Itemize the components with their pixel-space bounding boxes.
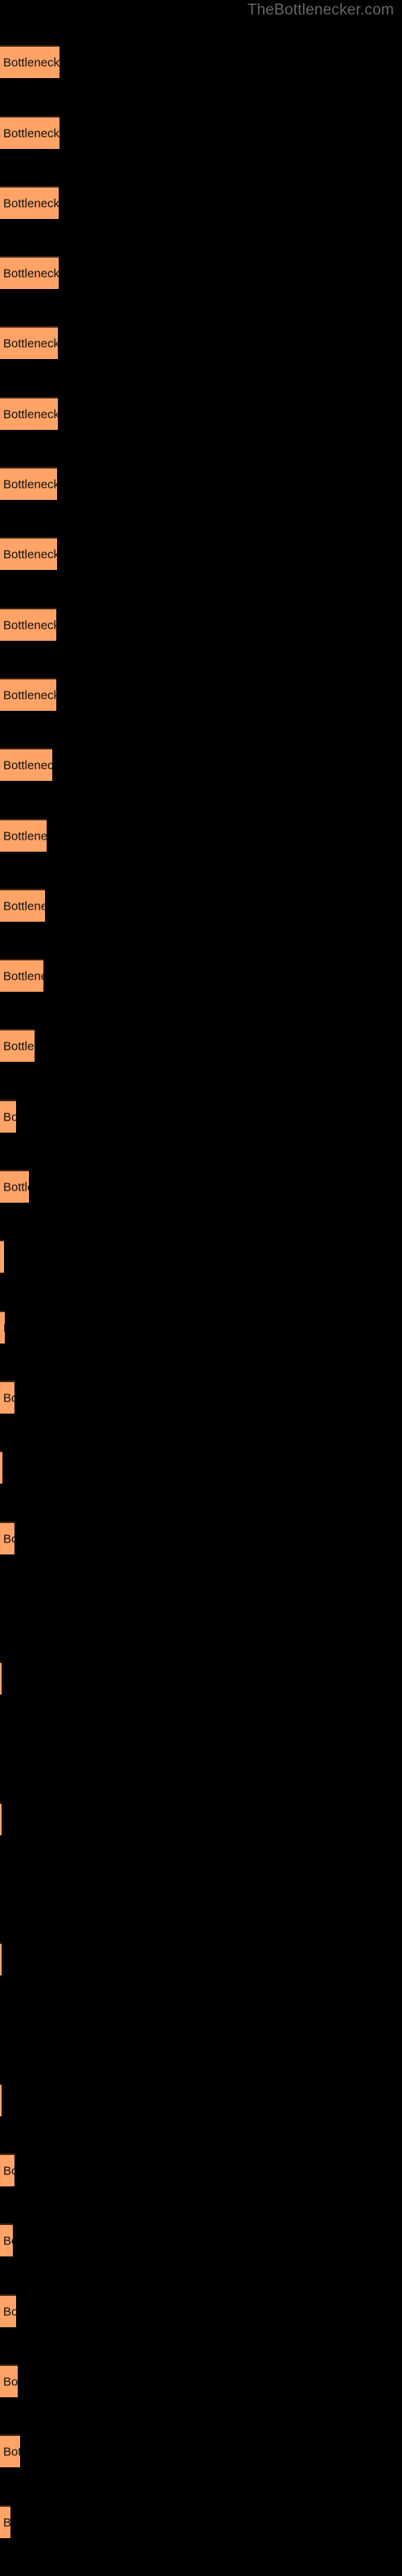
bar-row: Bottleneck result: [0, 1942, 402, 1975]
bar-label: Bottleneck result: [3, 56, 59, 69]
bar-row: Bottleneck result: [0, 748, 402, 781]
bar-row: Bottleneck result: [0, 467, 402, 500]
bar-label: Bottleneck result: [3, 477, 57, 491]
bar: Bottleneck result: [0, 1311, 5, 1344]
bar-row: Bottleneck result: [0, 116, 402, 149]
bar: Bottleneck result: [0, 1662, 2, 1695]
bar-row: Bottleneck result: [0, 2294, 402, 2327]
bar-row: Bottleneck result: [0, 326, 402, 359]
bar: Bottleneck result: [0, 256, 59, 289]
bar-label: Bottleneck result: [3, 2164, 14, 2178]
bar-label: Bottleneck result: [3, 196, 59, 210]
bar: Bottleneck result: [0, 819, 47, 852]
bar: Bottleneck result: [0, 678, 56, 711]
bar: Bottleneck result: [0, 1240, 4, 1273]
bar: Bottleneck result: [0, 397, 58, 430]
bar: Bottleneck result: [0, 1451, 2, 1484]
bar: Bottleneck result: [0, 467, 57, 500]
bar: Bottleneck result: [0, 1942, 2, 1975]
bar-row: Bottleneck result: [0, 1451, 402, 1484]
chart-plot-area: Bottleneck result Bottleneck result Bottle…: [0, 0, 402, 2576]
bar: Bottleneck result: [0, 186, 59, 219]
bar-row: Bottleneck result: [0, 256, 402, 289]
bar-row: Bottleneck result: [0, 1311, 402, 1344]
bar-label: Bottleneck result: [3, 2234, 13, 2248]
bar: Bottleneck result: [0, 326, 58, 359]
bar-row: Bottleneck result: [0, 45, 402, 78]
bar-row: Bottleneck result: [0, 678, 402, 711]
bar-row: Bottleneck result: [0, 819, 402, 852]
bar: Bottleneck result: [0, 1170, 29, 1203]
bar-label: Bottleneck result: [3, 336, 58, 350]
bar-label: Bottleneck result: [3, 899, 45, 913]
bar-label: Bottleneck result: [3, 1110, 16, 1124]
bar-label: Bottleneck result: [3, 2516, 10, 2529]
bar-row: Bottleneck result: [0, 959, 402, 992]
bar-row: Bottleneck result: [0, 2083, 402, 2116]
bar-row: Bottleneck result: [0, 1802, 402, 1835]
bar-row: Bottleneck result: [0, 608, 402, 641]
bar-row: Bottleneck result: [0, 186, 402, 219]
bar-label: Bottleneck result: [3, 829, 47, 843]
bottleneck-bar-chart-page: TheBottlenecker.com Bottleneck resultBot…: [0, 0, 402, 2576]
bar-row: Bottleneck result: [0, 1100, 402, 1133]
bar: Bottleneck result: [0, 2505, 10, 2538]
bar-row: Bottleneck result: [0, 1029, 402, 1062]
bar-label: Bottleneck result: [3, 969, 43, 983]
bar-row: Bottleneck result: [0, 2434, 402, 2467]
bar-row: Bottleneck result: [0, 1521, 402, 1554]
bar-label: Bottleneck result: [3, 2445, 20, 2458]
bar-row: Bottleneck result: [0, 537, 402, 570]
bar: Bottleneck result: [0, 2153, 14, 2186]
bar: Bottleneck result: [0, 959, 43, 992]
bar: Bottleneck result: [0, 1381, 14, 1414]
bar-row: Bottleneck result: [0, 397, 402, 430]
bar-row: Bottleneck result: [0, 1240, 402, 1273]
bar-label: Bottleneck result: [3, 1321, 5, 1335]
bar-label: Bottleneck result: [3, 2305, 16, 2318]
bar-label: Bottleneck result: [3, 688, 56, 702]
bar-label: Bottleneck result: [3, 1180, 29, 1194]
bar-label: Bottleneck result: [3, 1532, 14, 1546]
bar-label: Bottleneck result: [3, 1391, 14, 1405]
bar-label: Bottleneck result: [3, 1039, 35, 1053]
bar-label: Bottleneck result: [3, 547, 57, 561]
bar: Bottleneck result: [0, 2083, 2, 2116]
bar: Bottleneck result: [0, 116, 59, 149]
bar: Bottleneck result: [0, 1029, 35, 1062]
bar-row: Bottleneck result: [0, 2505, 402, 2538]
bar: Bottleneck result: [0, 748, 52, 781]
bar-row: Bottleneck result: [0, 1170, 402, 1203]
bar-label: Bottleneck result: [3, 618, 56, 632]
bar-label: Bottleneck result: [3, 758, 52, 772]
bar-label: Bottleneck result: [3, 407, 58, 421]
bar-row: Bottleneck result: [0, 889, 402, 922]
bar-label: Bottleneck result: [3, 126, 59, 140]
bar: Bottleneck result: [0, 2223, 13, 2256]
bar: Bottleneck result: [0, 2434, 20, 2467]
bar-label: Bottleneck result: [3, 1250, 4, 1264]
bar-row: Bottleneck result: [0, 1662, 402, 1695]
bar-row: Bottleneck result: [0, 2364, 402, 2397]
bar-row: Bottleneck result: [0, 2153, 402, 2186]
bar: Bottleneck result: [0, 45, 59, 78]
bar-label: Bottleneck result: [3, 2375, 18, 2388]
bar-label: Bottleneck result: [3, 266, 59, 280]
bar: Bottleneck result: [0, 2294, 16, 2327]
bar: Bottleneck result: [0, 1521, 14, 1554]
bar: Bottleneck result: [0, 1802, 2, 1835]
bar: Bottleneck result: [0, 1100, 16, 1133]
bar-row: Bottleneck result: [0, 1381, 402, 1414]
bar: Bottleneck result: [0, 608, 56, 641]
bar: Bottleneck result: [0, 537, 57, 570]
bar-row: Bottleneck result: [0, 2223, 402, 2256]
bar: Bottleneck result: [0, 2364, 18, 2397]
bar: Bottleneck result: [0, 889, 45, 922]
